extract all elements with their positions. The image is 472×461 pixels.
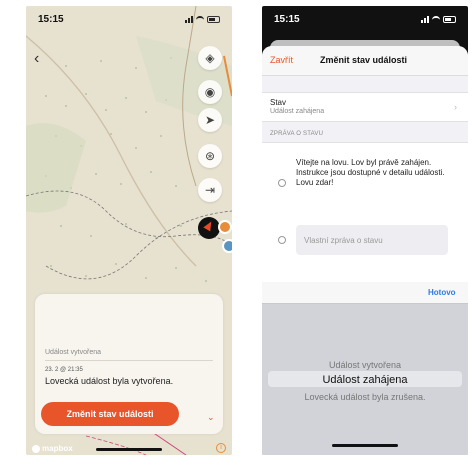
battery-icon	[443, 15, 456, 23]
map-screen: 15:15 ‹ ◈ ◉ ➤ ⊛ ⇥ Událost vytvořena 23. …	[26, 6, 232, 455]
radio-custom-message[interactable]	[278, 236, 286, 244]
picker-option[interactable]: Lovecká událost byla zrušena.	[262, 392, 468, 402]
picker-option-selected[interactable]: Událost zahájena	[262, 374, 468, 386]
home-indicator[interactable]	[96, 448, 162, 451]
system-icons	[185, 15, 220, 23]
state-value: Událost zahájena	[270, 108, 325, 115]
home-indicator[interactable]	[332, 444, 398, 447]
chevron-down-icon[interactable]: ⌄	[207, 412, 215, 423]
eye-icon[interactable]: ◉	[198, 80, 222, 104]
status-bar: 15:15	[262, 6, 468, 32]
hunt-marker-icon[interactable]	[218, 220, 232, 234]
status-time: 15:15	[38, 13, 64, 25]
mapbox-icon	[32, 444, 40, 453]
sheet-navbar: Zavřít Změnit stav události	[262, 46, 468, 76]
battery-icon	[207, 15, 220, 23]
custom-message-input[interactable]	[296, 225, 448, 255]
picker-option[interactable]: Událost vytvořena	[262, 360, 468, 370]
mapbox-attribution: mapbox	[42, 444, 73, 453]
change-state-button[interactable]: Změnit stav události	[41, 402, 179, 426]
back-chevron-icon[interactable]: ‹	[34, 50, 50, 68]
signal-icon	[421, 15, 429, 23]
compass-icon[interactable]	[198, 217, 220, 239]
event-timestamp: 23. 2 @ 21:35	[45, 367, 83, 373]
section-header: ZPRÁVA O STAVU	[270, 131, 324, 137]
wifi-icon	[196, 16, 204, 22]
info-icon[interactable]: i	[216, 443, 226, 453]
event-status: Událost vytvořena	[45, 349, 102, 356]
location-arrow-icon[interactable]: ➤	[198, 108, 222, 132]
done-button[interactable]: Hotovo	[428, 288, 456, 297]
wifi-icon	[432, 16, 440, 22]
login-icon[interactable]: ⇥	[198, 178, 222, 202]
radio-preset-message[interactable]	[278, 179, 286, 187]
picker-toolbar: Hotovo	[262, 282, 468, 304]
state-label: Stav	[270, 98, 287, 107]
chevron-right-icon: ›	[454, 102, 457, 112]
status-time: 15:15	[274, 13, 300, 25]
system-icons	[421, 15, 456, 23]
status-bar: 15:15	[26, 6, 232, 32]
event-message: Lovecká událost byla vytvořena.	[45, 376, 174, 386]
mapbox-logo: mapbox	[32, 444, 73, 453]
layers-icon[interactable]: ◈	[198, 46, 222, 70]
state-picker[interactable]: Hotovo Událost vytvořena Událost zahájen…	[262, 282, 468, 455]
signal-icon	[185, 15, 193, 23]
modal-sheet: Zavřít Změnit stav události Stav Událost…	[262, 46, 468, 455]
compass-rose-icon[interactable]: ⊛	[198, 144, 222, 168]
user-location-icon[interactable]	[222, 239, 232, 253]
preset-message-text[interactable]: Vítejte na lovu. Lov byl právě zahájen. …	[296, 158, 446, 188]
sheet-title: Změnit stav události	[320, 55, 408, 65]
state-row[interactable]: Stav Událost zahájena ›	[262, 92, 468, 122]
close-button[interactable]: Zavřít	[270, 55, 293, 65]
divider	[45, 360, 213, 361]
message-options: Vítejte na lovu. Lov byl právě zahájen. …	[262, 142, 468, 288]
change-state-screen: 15:15 Zavřít Změnit stav události Stav U…	[262, 6, 468, 455]
event-card: Událost vytvořena 23. 2 @ 21:35 Lovecká …	[35, 294, 223, 434]
